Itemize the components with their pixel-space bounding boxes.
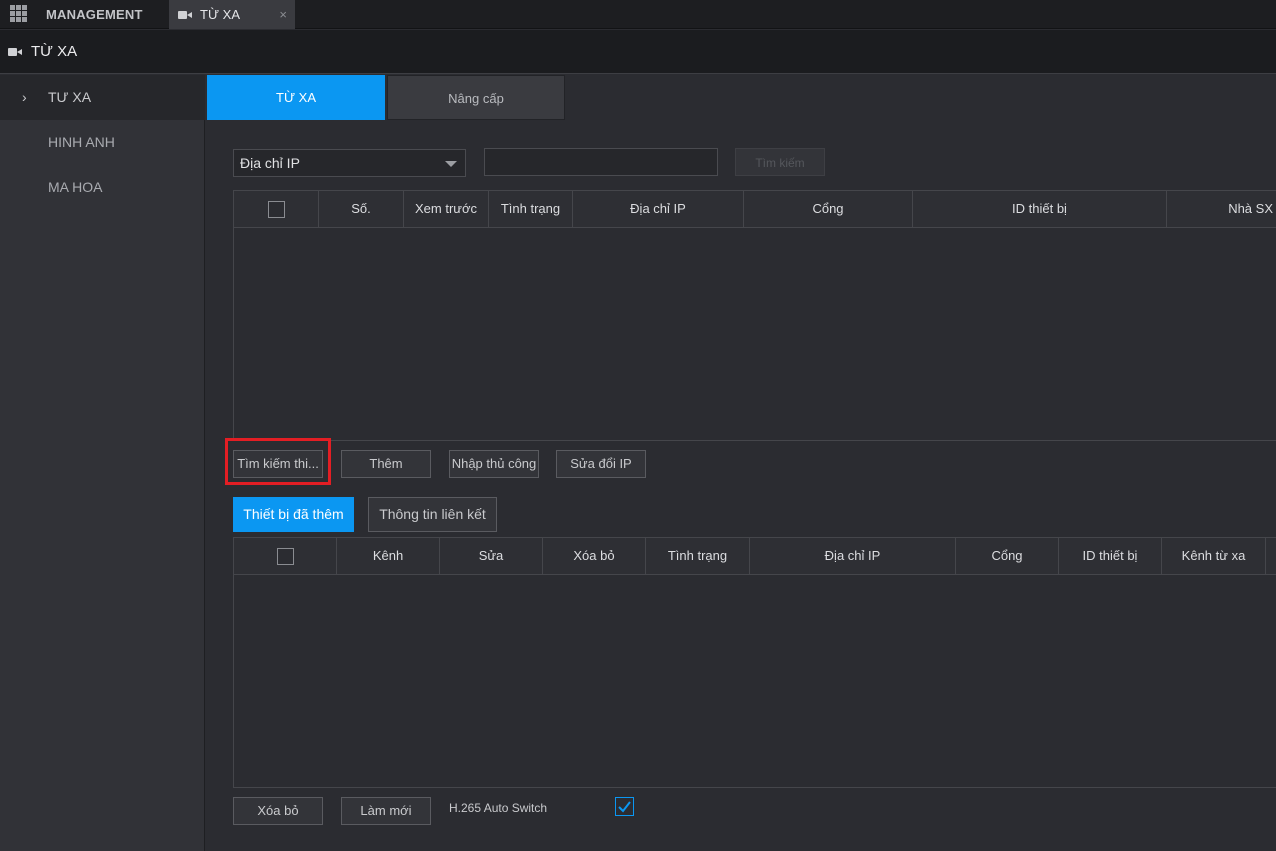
search-input[interactable] xyxy=(484,148,718,176)
sidebar-item-image[interactable]: HINH ANH xyxy=(0,120,205,165)
column-header[interactable]: Số. xyxy=(319,191,404,227)
close-tab-icon[interactable]: × xyxy=(279,0,287,29)
chevron-right-icon: › xyxy=(22,89,27,105)
tab-upgrade[interactable]: Nâng cấp xyxy=(387,75,565,120)
select-all-cell xyxy=(234,191,319,227)
column-header[interactable]: Tình trạng xyxy=(646,538,750,574)
tab-remote[interactable]: TỪ XA × xyxy=(169,0,295,29)
added-devices-table: Kênh Sửa Xóa bỏ Tình trạng Địa chỉ IP Cổ… xyxy=(233,537,1276,788)
column-header[interactable]: Kênh xyxy=(337,538,440,574)
tab-link-info[interactable]: Thông tin liên kết xyxy=(368,497,497,532)
column-header[interactable]: Cổng xyxy=(744,191,913,227)
h265-auto-switch-checkbox[interactable] xyxy=(615,797,634,816)
column-header[interactable]: Xem trước xyxy=(404,191,489,227)
search-button[interactable]: Tìm kiếm xyxy=(735,148,825,176)
refresh-button[interactable]: Làm mới xyxy=(341,797,431,825)
tab-remote-label: TỪ XA xyxy=(200,7,240,22)
search-results-table: Số. Xem trước Tình trạng Địa chỉ IP Cổng… xyxy=(233,190,1276,441)
column-header[interactable]: Nhà SX xyxy=(1167,191,1276,227)
check-icon xyxy=(618,801,631,813)
sidebar-item-label: HINH ANH xyxy=(48,134,115,150)
column-header[interactable]: Cổng xyxy=(956,538,1059,574)
main-menu-grid-icon[interactable] xyxy=(10,5,28,23)
manual-add-button[interactable]: Nhập thủ công xyxy=(449,450,539,478)
h265-auto-switch-label: H.265 Auto Switch xyxy=(449,801,548,815)
tab-added-devices[interactable]: Thiết bị đã thêm xyxy=(233,497,354,532)
sidebar-item-encode[interactable]: MA HOA xyxy=(0,165,205,210)
search-device-button[interactable]: Tìm kiếm thi... xyxy=(233,450,323,478)
select-all-checkbox[interactable] xyxy=(276,548,294,566)
select-all-cell xyxy=(234,538,337,574)
app-window: MANAGEMENT TỪ XA × TỪ XA › TƯ XA HINH AN… xyxy=(0,0,1276,851)
column-header[interactable]: Tình trạng xyxy=(489,191,573,227)
modify-ip-button[interactable]: Sửa đổi IP xyxy=(556,450,646,478)
column-header[interactable]: Địa chỉ IP xyxy=(573,191,744,227)
camera-icon xyxy=(8,47,22,57)
camera-icon xyxy=(178,10,192,20)
column-header-spacer xyxy=(1266,538,1276,574)
tab-remote-devices[interactable]: TỪ XA xyxy=(207,75,385,120)
column-header[interactable]: ID thiết bị xyxy=(1059,538,1162,574)
sidebar-item-remote[interactable]: › TƯ XA xyxy=(0,75,205,120)
sidebar-item-label: TƯ XA xyxy=(48,89,92,105)
add-button[interactable]: Thêm xyxy=(341,450,431,478)
column-header[interactable]: Địa chỉ IP xyxy=(750,538,956,574)
main-panel: TỪ XA Nâng cấp Địa chỉ IP Tìm kiếm Số. X… xyxy=(206,75,1276,851)
sidebar: › TƯ XA HINH ANH MA HOA xyxy=(0,75,205,851)
page-title: TỪ XA xyxy=(31,43,78,60)
table-header: Số. Xem trước Tình trạng Địa chỉ IP Cổng… xyxy=(234,191,1276,228)
select-all-checkbox[interactable] xyxy=(267,201,285,219)
search-filter-select[interactable]: Địa chỉ IP xyxy=(233,149,466,177)
search-filter-value: Địa chỉ IP xyxy=(240,155,300,171)
chevron-down-icon xyxy=(445,161,457,167)
column-header[interactable]: Sửa xyxy=(440,538,543,574)
page-header: TỪ XA xyxy=(0,30,1276,74)
top-tab-bar: MANAGEMENT TỪ XA × xyxy=(0,0,1276,29)
table-header: Kênh Sửa Xóa bỏ Tình trạng Địa chỉ IP Cổ… xyxy=(234,538,1276,575)
delete-button[interactable]: Xóa bỏ xyxy=(233,797,323,825)
column-header[interactable]: Kênh từ xa xyxy=(1162,538,1266,574)
sidebar-item-label: MA HOA xyxy=(48,179,103,195)
column-header[interactable]: ID thiết bị xyxy=(913,191,1167,227)
column-header[interactable]: Xóa bỏ xyxy=(543,538,646,574)
tab-management[interactable]: MANAGEMENT xyxy=(46,0,143,29)
